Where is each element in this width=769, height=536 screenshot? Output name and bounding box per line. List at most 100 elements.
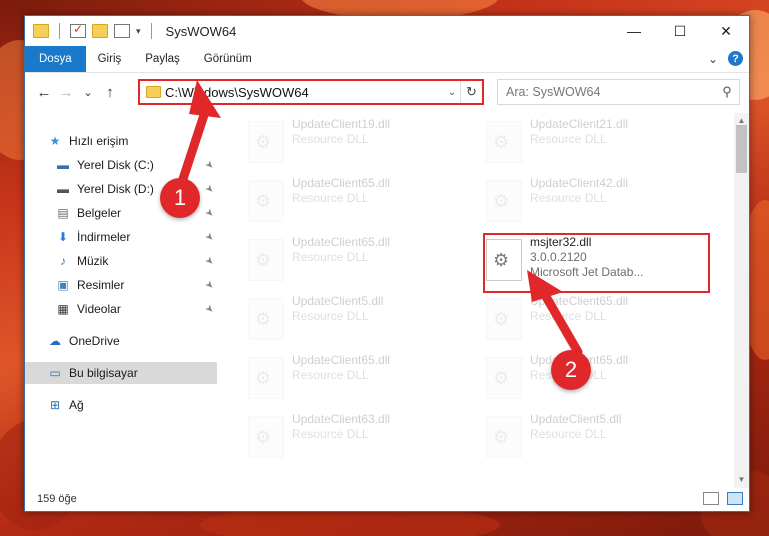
vertical-scrollbar[interactable]: ▲ ▼ (734, 113, 749, 488)
pin-icon[interactable]: ➤ (202, 254, 216, 268)
dll-file-icon (248, 239, 284, 281)
up-button[interactable]: ↑ (99, 84, 121, 101)
maximize-button[interactable]: ☐ (657, 16, 703, 46)
folder-icon (146, 86, 161, 98)
toolbar-separator (59, 23, 60, 39)
file-name: UpdateClient42.dll (530, 176, 629, 190)
file-tile[interactable]: UpdateClient42.dllResource DLL (486, 176, 716, 226)
file-name: UpdateClient21.dll (530, 117, 629, 131)
scroll-down-icon[interactable]: ▼ (734, 472, 749, 488)
explorer-window: ▾ SysWOW64 — ☐ ✕ Dosya Giriş Paylaş Görü… (24, 15, 750, 512)
dll-file-icon (486, 357, 522, 399)
file-text: UpdateClient5.dll Resource DLL (292, 294, 383, 324)
file-tile[interactable]: UpdateClient65.dllResource DLL (248, 235, 478, 285)
sidebar-item-label: Resimler (77, 278, 125, 292)
file-description: Resource DLL (530, 132, 607, 146)
pin-icon[interactable]: ➤ (202, 278, 216, 292)
status-bar: 159 öğe (25, 487, 749, 511)
pin-icon[interactable]: ➤ (202, 230, 216, 244)
file-tile[interactable]: UpdateClient5.dllResource DLL (248, 294, 478, 344)
pin-icon[interactable]: ➤ (202, 302, 216, 316)
customize-icon[interactable] (114, 24, 130, 38)
title-separator (150, 23, 152, 39)
minimize-button[interactable]: — (611, 16, 657, 46)
address-path[interactable]: C:\Windows\SysWOW64 (165, 85, 444, 100)
file-description: Resource DLL (530, 309, 607, 323)
properties-check-icon[interactable] (70, 22, 86, 38)
file-tile[interactable]: UpdateClient65.dllResource DLL (486, 353, 716, 403)
sidebar-item[interactable]: ▬ Yerel Disk (C:) ➤ (25, 154, 217, 176)
file-tile[interactable]: UpdateClient21.dllResource DLL (486, 117, 716, 167)
new-folder-icon[interactable] (92, 24, 108, 38)
file-name: UpdateClient65.dll (292, 176, 391, 190)
recent-locations-button[interactable]: ⌄ (77, 86, 99, 99)
tab-share[interactable]: Paylaş (133, 46, 192, 72)
computer-icon: ▭ (49, 366, 61, 380)
file-description: Resource DLL (292, 368, 369, 382)
file-tile[interactable]: UpdateClient19.dllResource DLL (248, 117, 478, 167)
back-button[interactable]: ← (33, 84, 55, 101)
pin-icon[interactable]: ➤ (202, 158, 216, 172)
file-tile[interactable]: UpdateClient65.dllResource DLL (486, 294, 716, 344)
file-description: Resource DLL (530, 191, 607, 205)
dll-file-icon (248, 298, 284, 340)
sidebar-item[interactable]: ▭ Bu bilgisayar (25, 362, 217, 384)
dll-file-icon (248, 121, 284, 163)
pin-icon[interactable]: ➤ (202, 182, 216, 196)
sidebar-item[interactable]: ⊞ Ağ (25, 394, 217, 416)
forward-button[interactable]: → (55, 84, 77, 101)
drive-icon: ▬ (57, 158, 69, 172)
callout-badge-1: 1 (160, 178, 200, 218)
expand-ribbon-icon[interactable]: ⌄ (708, 52, 718, 66)
file-text: UpdateClient65.dllResource DLL (292, 353, 390, 383)
sidebar-item[interactable]: ▦ Videolar ➤ (25, 298, 217, 320)
file-tile[interactable]: UpdateClient65.dllResource DLL (248, 353, 478, 403)
sidebar-item-label: İndirmeler (77, 230, 131, 244)
sidebar-item-label: Ağ (69, 398, 84, 412)
address-dropdown-icon[interactable]: ⌄ (444, 87, 460, 98)
file-tile[interactable]: UpdateClient63.dllResource DLL (248, 412, 478, 462)
navigation-pane: ★ Hızlı erişim ▬ Yerel Disk (C:) ➤ ▬ Yerel Dis… (25, 113, 217, 483)
dll-file-icon (248, 180, 284, 222)
refresh-button[interactable]: ↻ (460, 81, 482, 103)
tab-file[interactable]: Dosya (25, 46, 86, 72)
sidebar-item-label: Yerel Disk (D:) (77, 182, 154, 196)
details-view-icon[interactable] (703, 492, 719, 505)
title-bar: ▾ SysWOW64 — ☐ ✕ (25, 16, 749, 46)
sidebar-item[interactable]: ♪ Müzik ➤ (25, 250, 217, 272)
sidebar-item[interactable]: ☁ OneDrive (25, 330, 217, 352)
tiles-view-icon[interactable] (727, 492, 743, 505)
file-text: UpdateClient65.dllResource DLL (530, 294, 628, 324)
search-icon[interactable]: ⚲ (715, 84, 739, 100)
ribbon-tabs: Dosya Giriş Paylaş Görünüm ⌄ ? (25, 46, 749, 73)
scroll-thumb[interactable] (736, 125, 747, 173)
file-name: UpdateClient63.dll (292, 412, 391, 426)
navigation-bar: ← → ⌄ ↑ C:\Windows\SysWOW64 ⌄ ↻ ⚲ (25, 73, 749, 111)
file-description: Resource DLL (530, 427, 607, 441)
file-tile[interactable]: UpdateClient5.dllResource DLL (486, 412, 716, 462)
help-icon[interactable]: ? (728, 51, 743, 66)
pin-icon[interactable]: ➤ (202, 206, 216, 220)
address-bar[interactable]: C:\Windows\SysWOW64 ⌄ ↻ (138, 79, 484, 105)
window-controls: — ☐ ✕ (611, 16, 749, 46)
file-description: Resource DLL (292, 309, 369, 323)
folder-icon[interactable] (33, 24, 49, 38)
sidebar-item[interactable]: ★ Hızlı erişim (25, 130, 217, 152)
tab-view[interactable]: Görünüm (192, 46, 264, 72)
dll-file-icon (486, 416, 522, 458)
download-icon: ⬇ (57, 230, 69, 244)
search-input[interactable] (506, 85, 715, 99)
music-icon: ♪ (60, 254, 66, 268)
file-tile[interactable]: UpdateClient65.dllResource DLL (248, 176, 478, 226)
drive-icon: ▬ (57, 182, 69, 196)
chevron-down-icon[interactable]: ▾ (136, 26, 141, 37)
callout-badge-2: 2 (551, 350, 591, 390)
sidebar-item[interactable]: ▣ Resimler ➤ (25, 274, 217, 296)
file-name: UpdateClient5.dll (292, 294, 384, 308)
dll-file-icon (486, 180, 522, 222)
tab-home[interactable]: Giriş (86, 46, 134, 72)
search-box: ⚲ (497, 79, 740, 105)
sidebar-item[interactable]: ⬇ İndirmeler ➤ (25, 226, 217, 248)
sidebar-item-label: Hızlı erişim (69, 134, 129, 148)
close-button[interactable]: ✕ (703, 16, 749, 46)
